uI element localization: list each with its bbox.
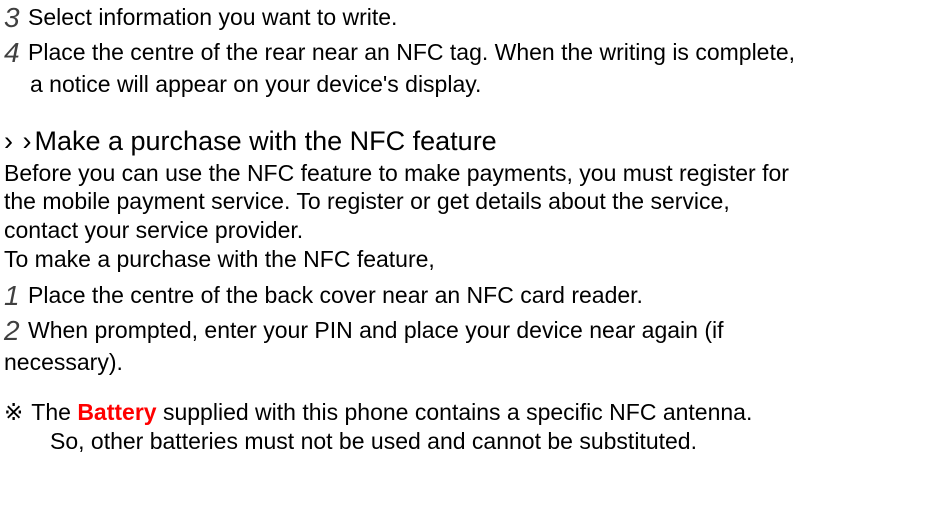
step-number: 3 [4,0,24,35]
purchase-step-1: 1 Place the centre of the back cover nea… [4,278,939,313]
step-text: Select information you want to write. [24,0,397,32]
step-number: 2 [4,313,24,348]
heading-text: Make a purchase with the NFC feature [34,126,496,156]
step-number: 4 [4,35,24,70]
note-body: The Battery supplied with this phone con… [31,398,939,427]
document-page: 3 Select information you want to write. … [0,0,945,456]
step-text: When prompted, enter your PIN and place … [24,313,724,345]
purchase-step-2: 2 When prompted, enter your PIN and plac… [4,313,939,348]
section-heading: › ›Make a purchase with the NFC feature [4,125,939,159]
step-4-continuation: a notice will appear on your device's di… [4,70,939,99]
step-number: 1 [4,278,24,313]
heading-arrows-icon: › › [4,126,34,156]
note-pre: The [31,399,77,425]
step-3: 3 Select information you want to write. [4,0,939,35]
step-text: Place the centre of the back cover near … [24,278,643,310]
note-battery-word: Battery [77,399,156,425]
intro-line-2: the mobile payment service. To register … [4,187,939,216]
purchase-step-2-continuation: necessary). [4,348,939,377]
step-text: Place the centre of the rear near an NFC… [24,35,795,67]
battery-note: ※ The Battery supplied with this phone c… [4,398,939,427]
step-4: 4 Place the centre of the rear near an N… [4,35,939,70]
intro-line-4: To make a purchase with the NFC feature, [4,245,939,274]
note-post: supplied with this phone contains a spec… [157,399,753,425]
battery-note-line-2: So, other batteries must not be used and… [4,427,939,456]
intro-line-1: Before you can use the NFC feature to ma… [4,159,939,188]
reference-mark-icon: ※ [4,398,31,427]
intro-line-3: contact your service provider. [4,216,939,245]
